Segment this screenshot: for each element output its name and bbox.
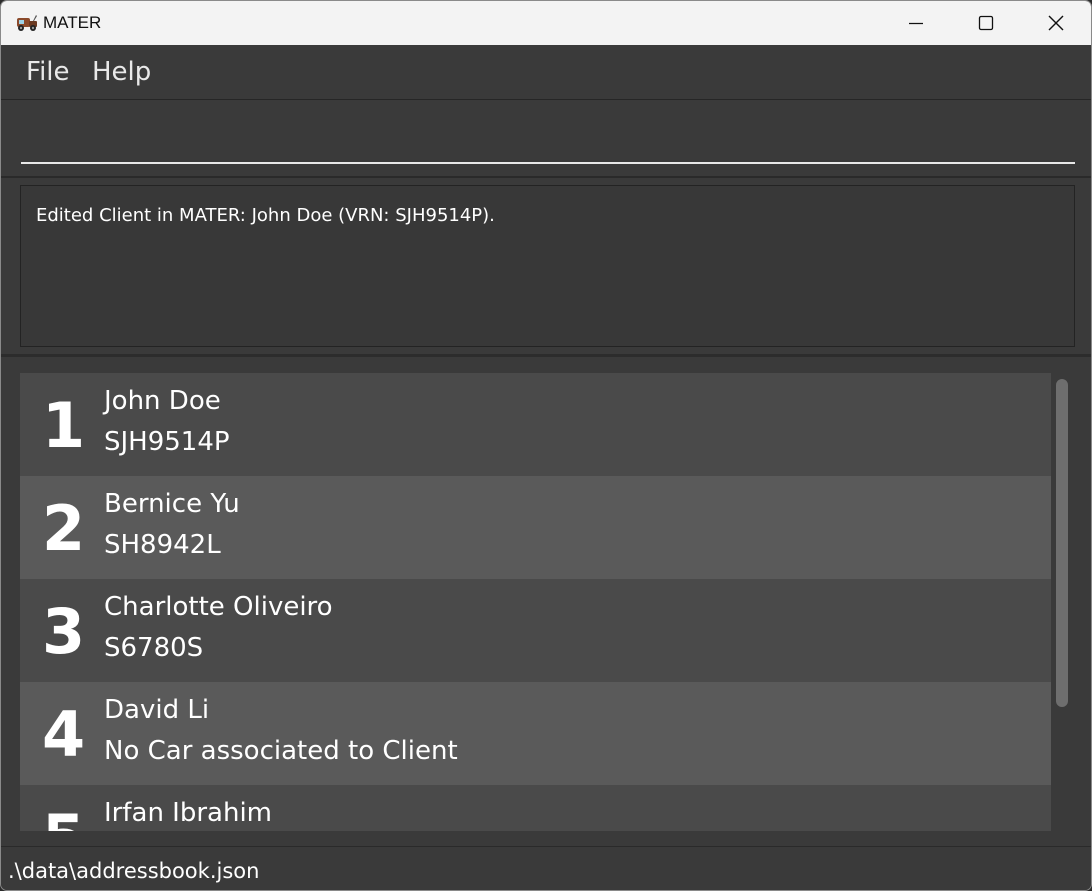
client-name: David Li [104, 695, 210, 725]
close-button[interactable] [1021, 1, 1091, 45]
client-index: 3 [42, 595, 86, 668]
client-vrn: SJH9514P [104, 427, 230, 457]
maximize-icon [978, 15, 994, 31]
client-index: 1 [42, 389, 86, 462]
client-card[interactable]: 2 Bernice Yu SH8942L [20, 476, 1051, 579]
title-bar[interactable]: MATER [1, 1, 1091, 45]
client-card[interactable]: 3 Charlotte Oliveiro S6780S [20, 579, 1051, 682]
client-card[interactable]: 4 David Li No Car associated to Client [20, 682, 1051, 785]
client-name: Charlotte Oliveiro [104, 592, 333, 622]
maximize-button[interactable] [951, 1, 1021, 45]
client-vrn: S6780S [104, 633, 204, 663]
close-icon [1048, 15, 1064, 31]
command-input[interactable] [21, 112, 1075, 164]
menu-bar: File Help [1, 45, 1091, 100]
client-vrn: No Car associated to Client [104, 736, 458, 766]
minimize-icon [909, 22, 923, 25]
client-name: John Doe [104, 386, 221, 416]
list-scrollbar[interactable] [1054, 377, 1070, 817]
client-index: 4 [42, 698, 86, 771]
command-box [1, 100, 1091, 178]
tow-truck-icon [15, 12, 39, 34]
client-name: Irfan Ibrahim [104, 798, 273, 828]
client-vrn: SH8942L [104, 530, 221, 560]
result-message: Edited Client in MATER: John Doe (VRN: S… [36, 205, 495, 226]
menu-help[interactable]: Help [92, 57, 151, 87]
save-file-path: .\data\addressbook.json [8, 859, 260, 883]
minimize-button[interactable] [881, 1, 951, 45]
client-index: 2 [42, 492, 86, 565]
status-bar: .\data\addressbook.json [1, 846, 1091, 890]
result-display-area: Edited Client in MATER: John Doe (VRN: S… [1, 178, 1091, 357]
client-index: 5 [42, 805, 85, 832]
window-title: MATER [43, 13, 102, 32]
client-list[interactable]: 1 John Doe SJH9514P 2 Bernice Yu SH8942L… [20, 373, 1051, 831]
client-card[interactable]: 1 John Doe SJH9514P [20, 373, 1051, 476]
client-list-panel: 1 John Doe SJH9514P 2 Bernice Yu SH8942L… [1, 357, 1091, 846]
app-window: MATER File Help Edited Client in MATER: … [0, 0, 1092, 891]
menu-file[interactable]: File [26, 57, 70, 87]
result-display[interactable]: Edited Client in MATER: John Doe (VRN: S… [20, 185, 1075, 347]
client-name: Bernice Yu [104, 489, 240, 519]
scrollbar-thumb[interactable] [1056, 379, 1068, 707]
client-card[interactable]: 5 Irfan Ibrahim [20, 785, 1051, 831]
